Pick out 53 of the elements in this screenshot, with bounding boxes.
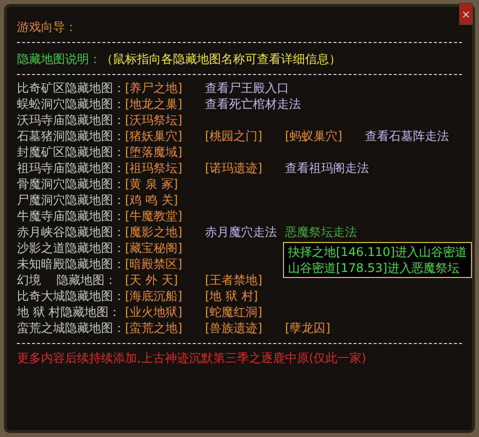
region-label: 封魔矿区隐藏地图：: [17, 144, 125, 160]
map-link[interactable]: [暗殿禁区]: [125, 256, 205, 272]
guide-link[interactable]: 查看祖玛阁走法: [285, 160, 373, 176]
map-link[interactable]: [海底沉船]: [125, 288, 205, 304]
map-link[interactable]: [蛇魔红洞]: [205, 304, 285, 320]
region-label: 牛魔寺庙隐藏地图：: [17, 208, 125, 224]
footer-note: 更多内容后续持续添加,上古神迹沉默第三季之逐鹿中原(仅此一家): [17, 350, 366, 366]
map-link[interactable]: [猪妖巢穴]: [125, 128, 205, 144]
dialog-title: 游戏向导：: [17, 19, 77, 35]
region-label: 骨魔洞穴隐藏地图：: [17, 176, 125, 192]
map-link[interactable]: [业火地狱]: [125, 304, 205, 320]
map-link[interactable]: [藏宝秘阁]: [125, 240, 205, 256]
guide-link[interactable]: 查看死亡棺材走法: [205, 96, 305, 112]
region-label: 未知暗殿隐藏地图：: [17, 256, 125, 272]
map-link[interactable]: [地 狱 村]: [205, 288, 285, 304]
region-label: 蛮荒之城隐藏地图：: [17, 320, 125, 336]
map-link[interactable]: [地龙之巢]: [125, 96, 205, 112]
region-label: 比奇大城隐藏地图：: [17, 288, 125, 304]
guide-link[interactable]: 恶魔祭坛走法: [285, 224, 365, 240]
map-link[interactable]: [蚂蚁巢穴]: [285, 128, 365, 144]
guide-link[interactable]: 查看石墓阵走法: [365, 128, 453, 144]
map-link[interactable]: [牛魔教堂]: [125, 208, 205, 224]
tooltip-line: 抉择之地[146.110]进入山谷密道: [288, 244, 467, 260]
region-label: 祖玛寺庙隐藏地图：: [17, 160, 125, 176]
legend-label: 隐藏地图说明：: [17, 51, 101, 67]
close-button[interactable]: ×: [459, 3, 473, 25]
region-label: 沃玛寺庙隐藏地图：: [17, 112, 125, 128]
map-link[interactable]: [诺玛遗迹]: [205, 160, 285, 176]
tooltip-line: 山谷密道[178.53]进入恶魔祭坛: [288, 260, 460, 276]
map-link[interactable]: [桃园之门]: [205, 128, 285, 144]
region-label: 尸魔洞穴隐藏地图：: [17, 192, 125, 208]
region-label: 比奇矿区隐藏地图：: [17, 80, 125, 96]
map-link[interactable]: [天 外 天]: [125, 272, 205, 288]
region-label: 赤月峡谷隐藏地图：: [17, 224, 125, 240]
map-link[interactable]: [沃玛祭坛]: [125, 112, 205, 128]
region-label: 地 狱 村隐藏地图：: [17, 304, 122, 320]
map-link[interactable]: [祖玛祭坛]: [125, 160, 205, 176]
guide-link[interactable]: 查看尸王殿入口: [205, 80, 293, 96]
legend-hint: （鼠标指向各隐藏地图名称可查看详细信息）: [101, 51, 341, 67]
map-link[interactable]: [孽龙囚]: [285, 320, 365, 336]
map-link[interactable]: [堕落魔域]: [125, 144, 205, 160]
region-label: 石墓猪洞隐藏地图：: [17, 128, 125, 144]
region-label: 沙影之道隐藏地图：: [17, 240, 125, 256]
region-label: 幻境 隐藏地图：: [17, 272, 118, 288]
map-link[interactable]: [鸡 鸣 关]: [125, 192, 205, 208]
map-link[interactable]: [王者禁地]: [205, 272, 285, 288]
region-label: 蜈蚣洞穴隐藏地图：: [17, 96, 125, 112]
map-link[interactable]: [黄 泉 冢]: [125, 176, 205, 192]
map-link[interactable]: [魔影之地]: [125, 224, 205, 240]
map-link[interactable]: [养尸之地]: [125, 80, 205, 96]
guide-link[interactable]: 赤月魔穴走法: [205, 224, 285, 240]
map-link[interactable]: [兽族遗迹]: [205, 320, 285, 336]
map-link[interactable]: [蛮荒之地]: [125, 320, 205, 336]
